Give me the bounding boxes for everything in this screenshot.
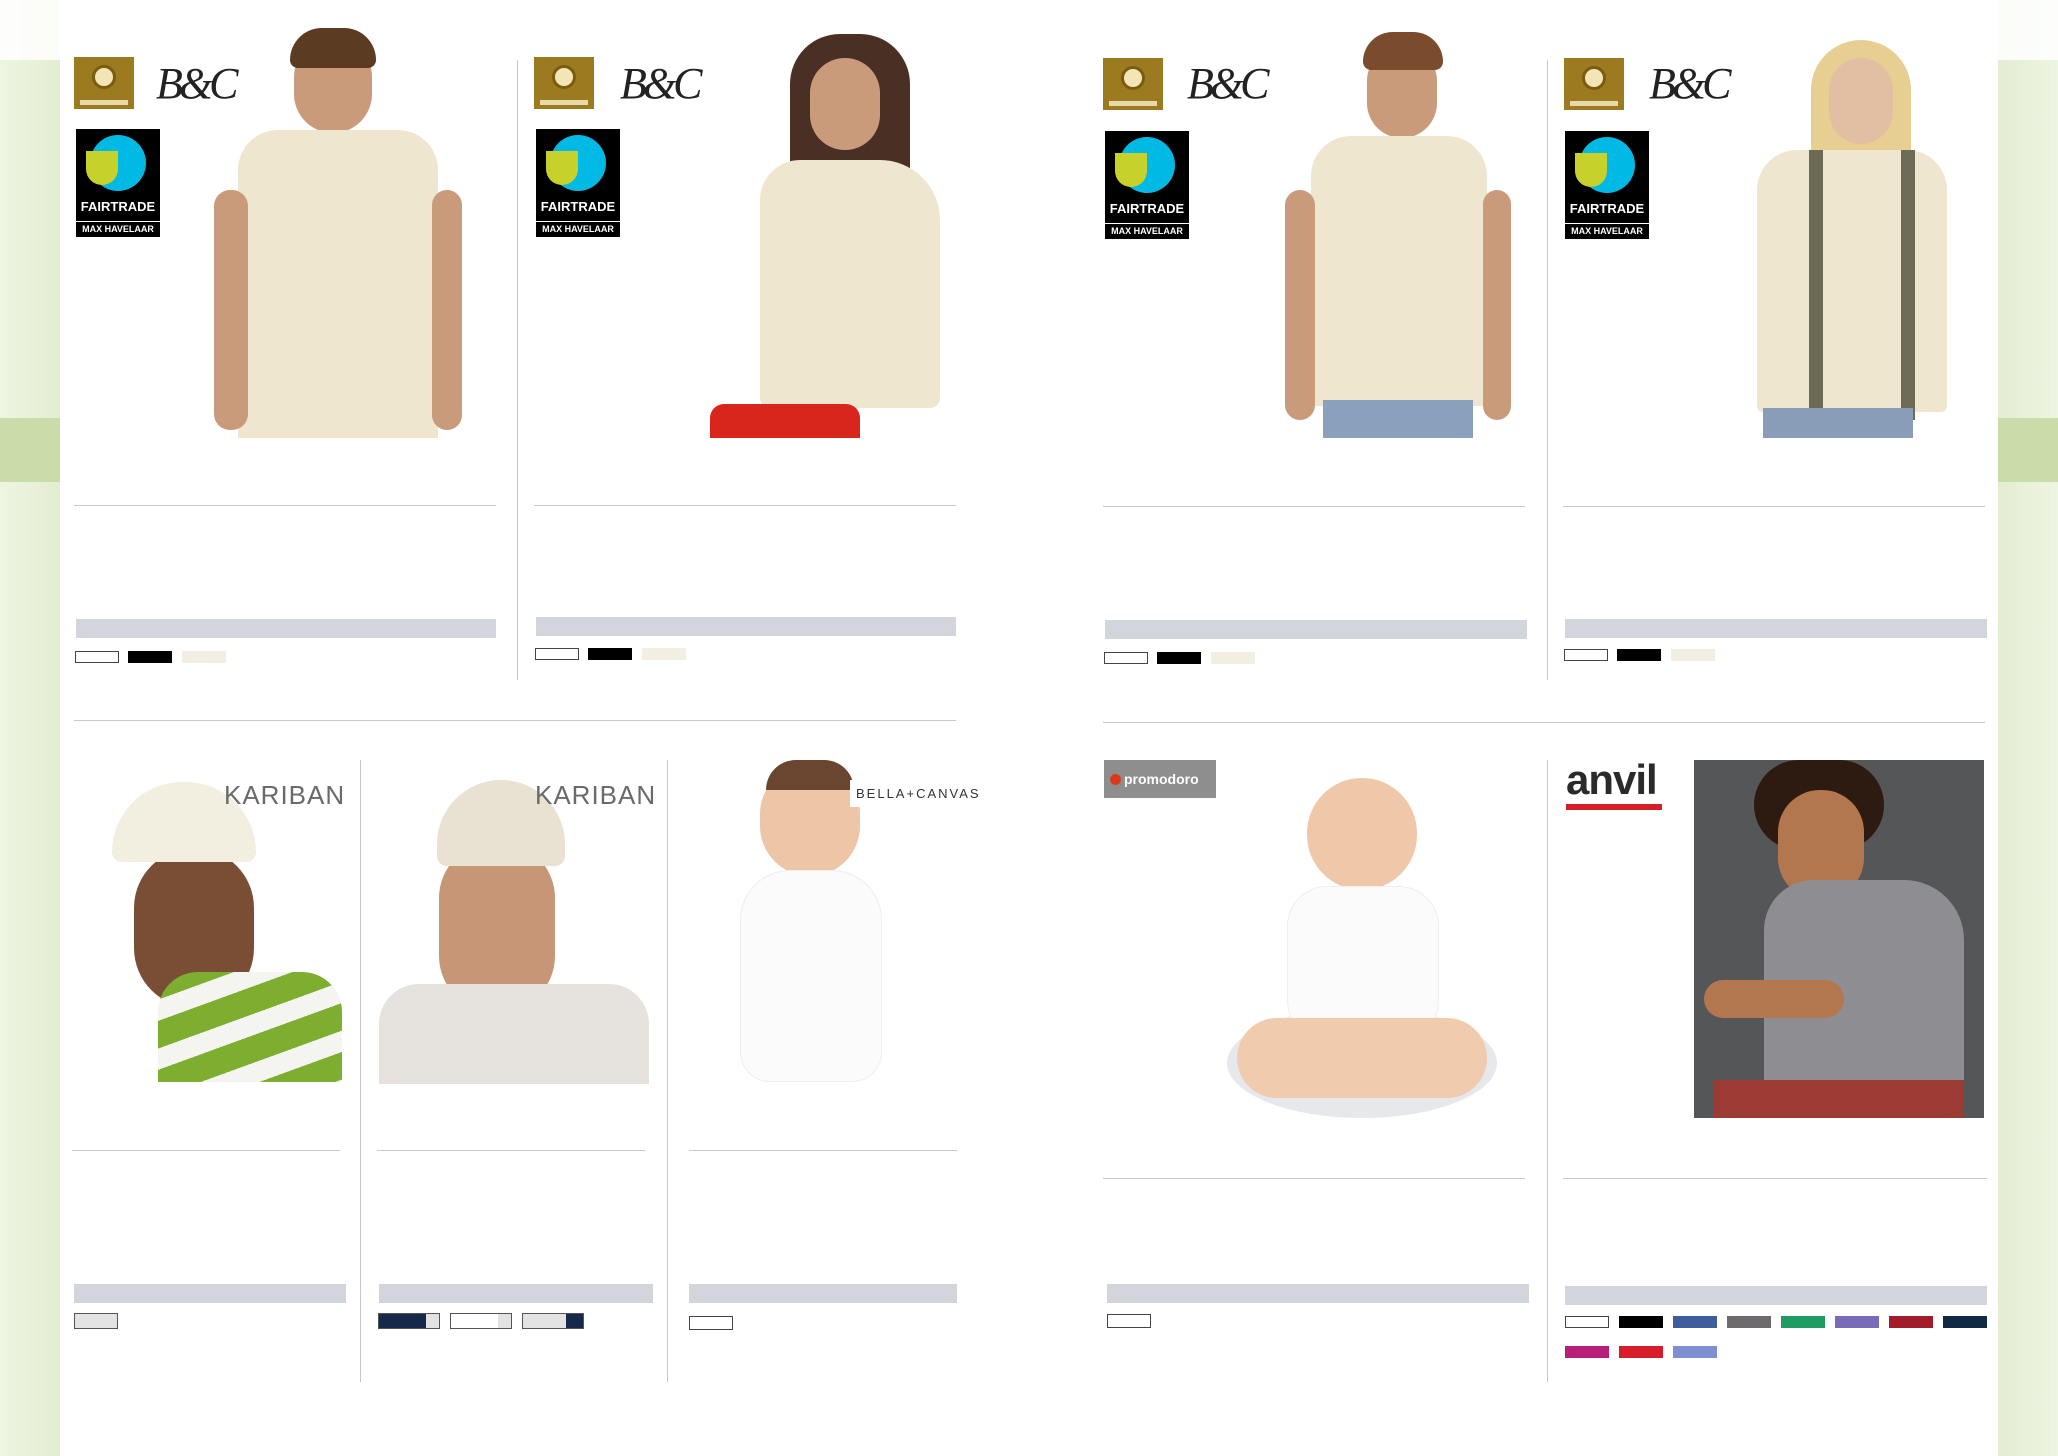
row-separator [74,720,956,721]
swatch-white[interactable] [535,648,579,660]
color-bar [74,1284,346,1303]
color-bar [1565,1286,1987,1305]
color-bar [1565,619,1987,638]
fairtrade-logo-icon: FAIRTRADE MAX HAVELAAR [1565,131,1649,239]
swatch-charcoal[interactable] [1727,1316,1771,1328]
product-photo [1207,768,1507,1120]
bella-canvas-logo: BELLA+CANVAS [850,780,987,807]
column-divider [517,60,518,680]
column-divider [1547,60,1548,680]
swatch-navy-white[interactable] [378,1313,440,1329]
product-photo [214,20,464,438]
product-photo [1723,20,1987,438]
color-bar [689,1284,957,1303]
swatch-white-grey[interactable] [450,1313,512,1329]
swatch-white[interactable] [1564,649,1608,661]
column-divider [1547,760,1548,1382]
swatch-white[interactable] [1104,652,1148,664]
product-photo [1283,20,1513,438]
swatch-grey-navy[interactable] [522,1313,584,1329]
swatch-green[interactable] [1781,1316,1825,1328]
swatch-black[interactable] [128,651,172,663]
swatch-natural[interactable] [1671,649,1715,661]
color-bar [536,617,956,636]
column-divider [360,760,361,1382]
product-card-bc-polo-women[interactable]: B&C FAIRTRADE MAX HAVELAAR [534,20,958,680]
swatch-natural[interactable] [1211,652,1255,664]
color-bar [1107,1284,1529,1303]
product-card-kariban-cap-1[interactable]: KARIBAN [72,760,348,1380]
bc-organic-badge-icon [1564,58,1624,110]
swatch-maroon[interactable] [1889,1316,1933,1328]
swatch-white[interactable] [1565,1316,1609,1328]
swatch-black[interactable] [588,648,632,660]
swatch-navy[interactable] [1943,1316,1987,1328]
swatch-periwinkle[interactable] [1673,1346,1717,1358]
bc-organic-badge-icon [1103,58,1163,110]
divider [1103,506,1525,507]
divider [534,505,956,506]
swatch-natural[interactable] [642,648,686,660]
color-bar [76,619,496,638]
swatch-natural[interactable] [182,651,226,663]
fairtrade-logo-icon: FAIRTRADE MAX HAVELAAR [76,129,160,237]
product-photo [1694,760,1984,1118]
bc-logo: B&C [620,59,702,108]
product-photo [379,772,649,1084]
swatch-royal[interactable] [1673,1316,1717,1328]
swatch-purple[interactable] [1835,1316,1879,1328]
swatch-light-grey[interactable] [74,1313,118,1329]
divider [1563,506,1985,507]
kariban-logo: KARIBAN [535,780,657,810]
bc-organic-badge-icon [534,57,594,109]
swatch-black[interactable] [1617,649,1661,661]
product-card-kariban-cap-2[interactable]: KARIBAN [377,760,655,1380]
bc-organic-badge-icon [74,57,134,109]
column-divider [667,760,668,1382]
divider [72,1150,340,1151]
product-card-promodoro-baby-body[interactable]: promodoro [1103,760,1529,1380]
anvil-logo-underline [1566,804,1662,810]
fairtrade-logo-icon: FAIRTRADE MAX HAVELAAR [536,129,620,237]
product-card-bc-tee-men[interactable]: B&C FAIRTRADE MAX HAVELAAR [1103,20,1527,680]
product-photo [710,20,960,438]
right-decorative-band [1998,0,2058,1456]
kariban-logo: KARIBAN [224,780,346,810]
swatch-black[interactable] [1619,1316,1663,1328]
divider [1103,1178,1525,1179]
product-photo [98,772,342,1082]
divider [377,1150,645,1151]
product-photo [714,760,958,1084]
swatch-magenta[interactable] [1565,1346,1609,1358]
swatch-white[interactable] [1107,1314,1151,1328]
swatch-red[interactable] [1619,1346,1663,1358]
color-bar [1105,620,1527,639]
tomato-icon [1110,774,1121,785]
promodoro-logo: promodoro [1104,760,1216,798]
left-decorative-band [0,0,60,1456]
bc-logo: B&C [1187,59,1269,108]
product-card-bella-baby-body[interactable]: BELLA+CANVAS [688,760,987,1380]
fairtrade-logo-icon: FAIRTRADE MAX HAVELAAR [1105,131,1189,239]
divider [1563,1178,1987,1179]
bc-logo: B&C [1649,59,1731,108]
product-card-bc-tee-women[interactable]: B&C FAIRTRADE MAX HAVELAAR [1563,20,1987,680]
divider [74,505,496,506]
divider [689,1150,957,1151]
product-card-anvil-tee[interactable]: anvil [1563,756,1987,1380]
product-card-bc-polo-men[interactable]: B&C FAIRTRADE MAX HAVELAAR [74,20,496,680]
anvil-logo: anvil [1566,756,1658,803]
row-separator [1103,722,1985,723]
color-bar [379,1284,653,1303]
swatch-black[interactable] [1157,652,1201,664]
swatch-white[interactable] [689,1316,733,1330]
swatch-white[interactable] [75,651,119,663]
